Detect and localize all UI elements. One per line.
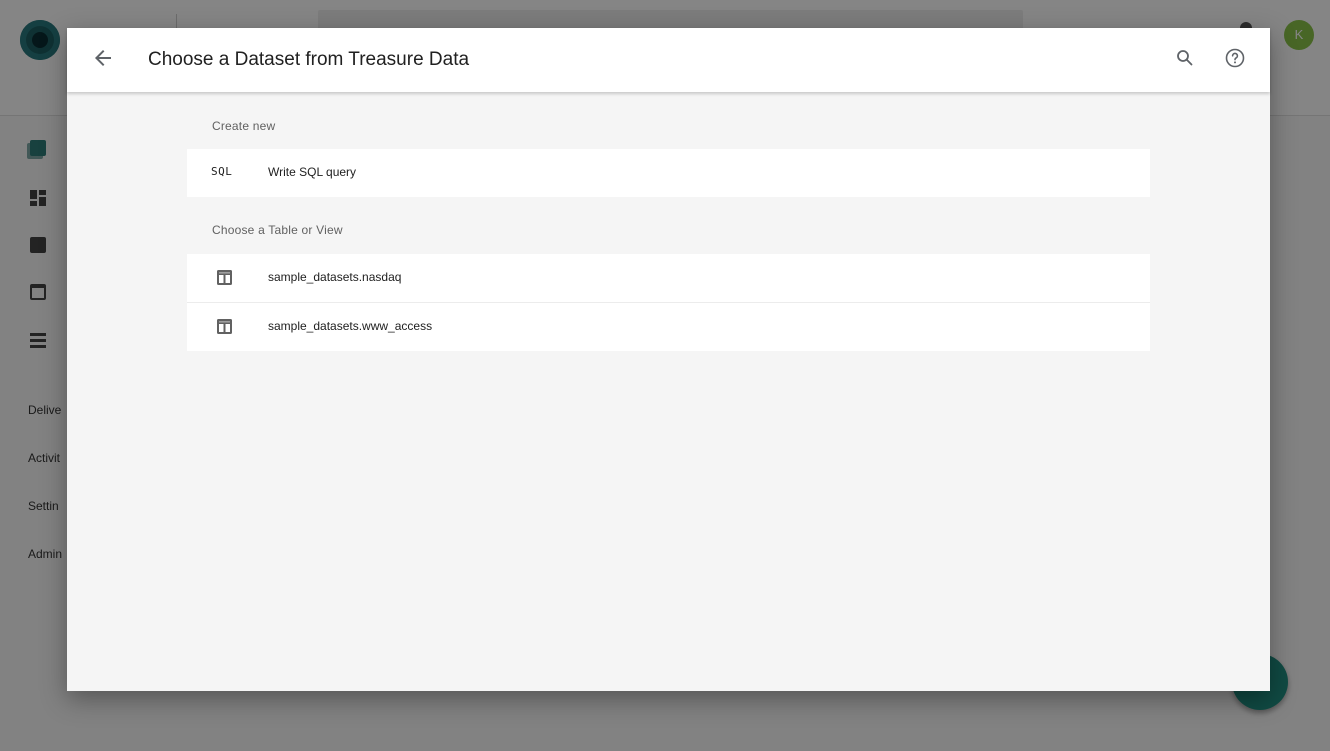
table-item-nasdaq[interactable]: sample_datasets.nasdaq: [187, 254, 1150, 302]
list-item-label: Write SQL query: [268, 165, 357, 179]
table-item-www-access[interactable]: sample_datasets.www_access: [187, 302, 1150, 351]
table-or-view-heading: Choose a Table or View: [212, 223, 343, 237]
create-new-heading: Create new: [212, 119, 276, 133]
list-item-label: sample_datasets.nasdaq: [268, 270, 402, 284]
write-sql-query-item[interactable]: SQL Write SQL query: [187, 149, 1150, 197]
dialog-title: Choose a Dataset from Treasure Data: [148, 49, 470, 70]
table-list: sample_datasets.nasdaq sample_datasets.w…: [187, 254, 1150, 351]
table-icon: [217, 319, 232, 334]
list-item-label: sample_datasets.www_access: [268, 319, 433, 333]
search-icon[interactable]: [1173, 46, 1197, 70]
choose-dataset-dialog: Choose a Dataset from Treasure Data Crea…: [67, 28, 1270, 691]
arrow-back-icon[interactable]: [91, 46, 115, 70]
table-icon: [217, 270, 232, 285]
help-circle-icon[interactable]: [1223, 46, 1247, 70]
sql-icon: SQL: [211, 165, 233, 178]
dialog-header: Choose a Dataset from Treasure Data: [67, 28, 1270, 92]
create-new-list: SQL Write SQL query: [187, 149, 1150, 197]
